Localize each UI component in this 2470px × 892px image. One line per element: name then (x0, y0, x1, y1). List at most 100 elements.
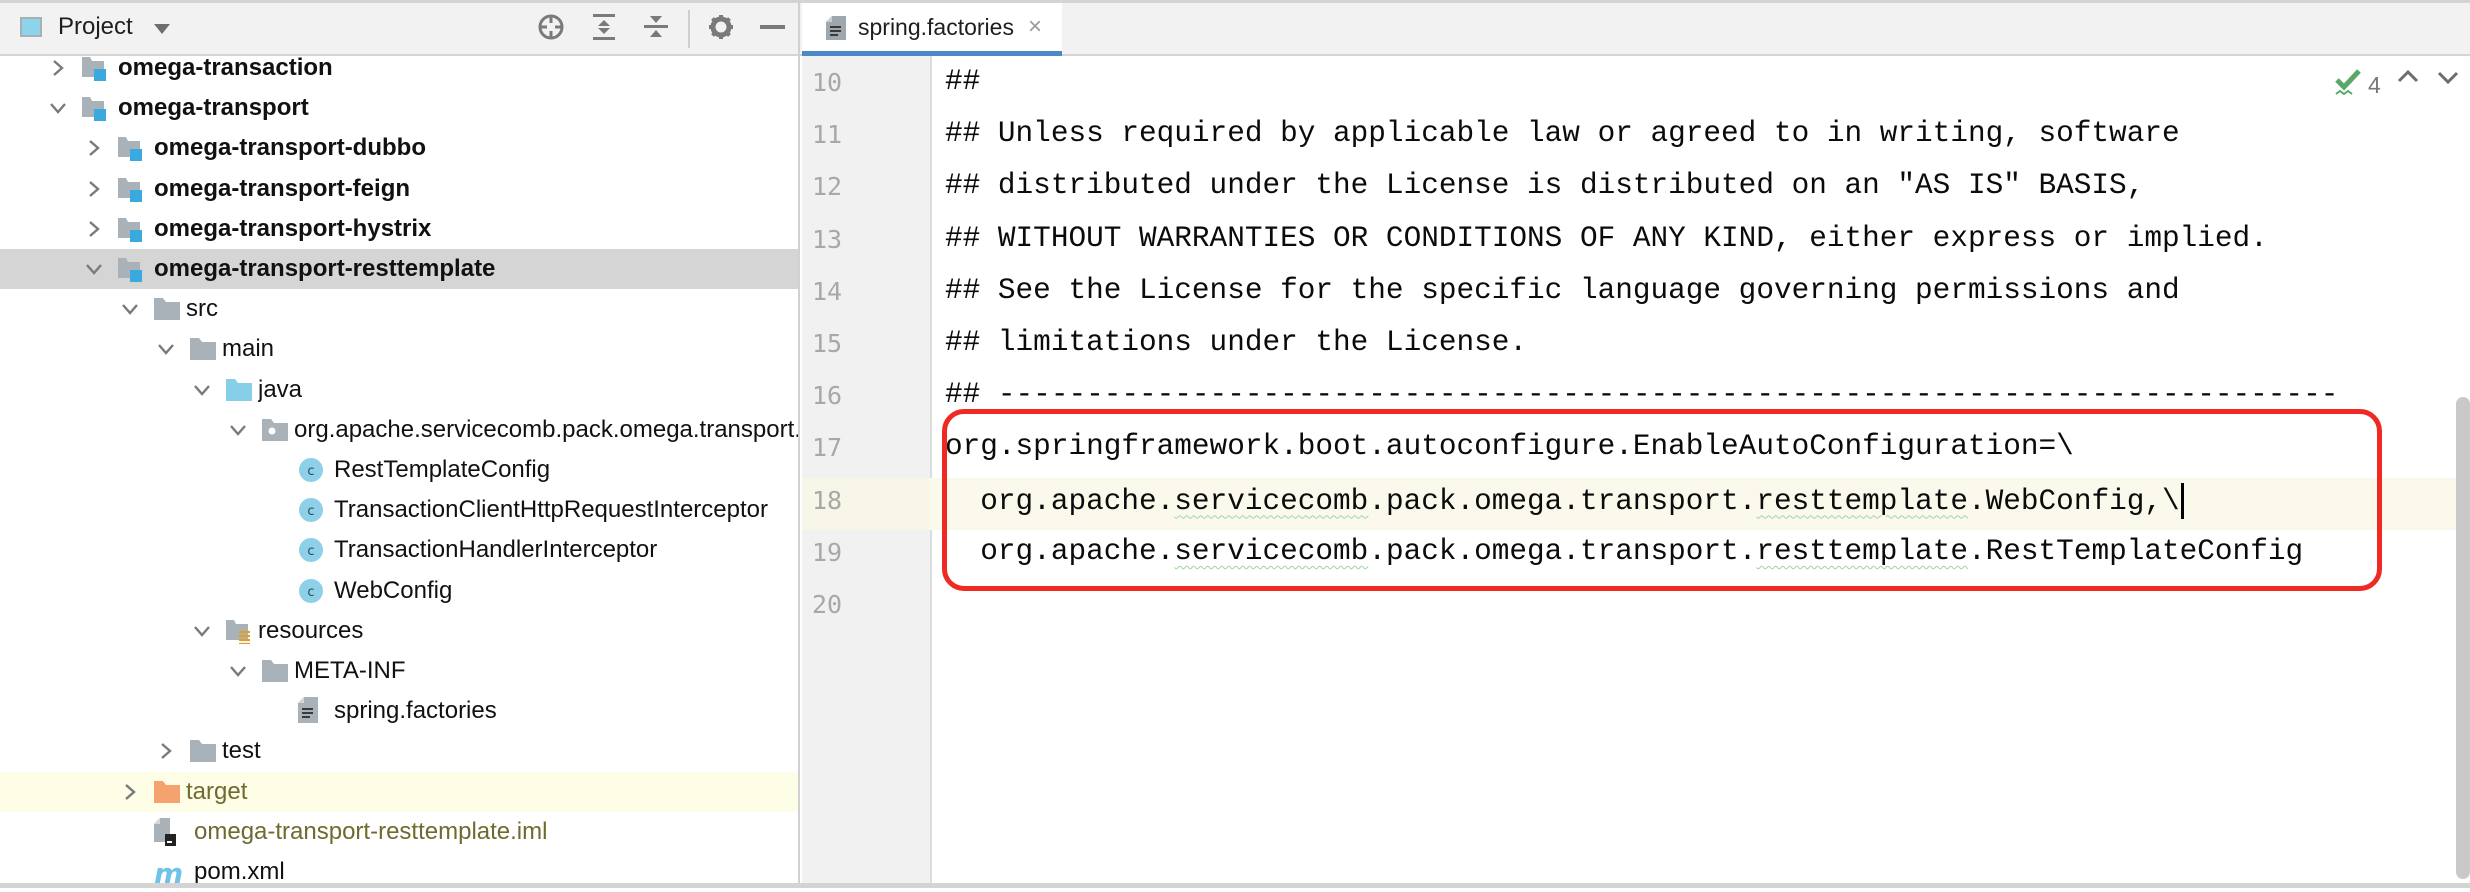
module-folder-icon (118, 258, 142, 282)
collapse-all-icon[interactable] (641, 12, 671, 42)
tree-item[interactable]: src (0, 289, 798, 329)
next-highlight-icon[interactable] (2436, 66, 2460, 93)
module-folder-icon (118, 177, 142, 202)
project-view-selector[interactable]: Project (58, 13, 133, 41)
svg-text:c: c (307, 585, 314, 600)
gear-icon[interactable] (706, 12, 736, 42)
chevron-down-icon[interactable] (192, 378, 212, 402)
chevron-down-icon[interactable] (228, 659, 248, 683)
text-file-icon (826, 16, 846, 40)
dropdown-caret-icon[interactable] (154, 24, 170, 34)
tree-item[interactable]: resources (0, 611, 798, 651)
tree-item[interactable]: c TransactionClientHttpRequestInterceptor (0, 490, 798, 530)
resources-folder-icon (226, 619, 250, 645)
code-line[interactable]: ## See the License for the specific lang… (945, 274, 2180, 307)
folder-icon (190, 740, 216, 763)
line-number: 11 (812, 120, 843, 150)
chevron-right-icon[interactable] (84, 217, 104, 241)
vertical-scrollbar[interactable] (2456, 397, 2470, 879)
excluded-folder-icon (154, 780, 180, 803)
chevron-right-icon[interactable] (84, 136, 104, 160)
line-number: 10 (812, 68, 843, 97)
tree-item[interactable]: omega-transport-hystrix (0, 209, 798, 249)
chevron-down-icon[interactable] (48, 96, 68, 120)
module-folder-icon (118, 137, 142, 162)
tree-item[interactable]: omega-transaction (0, 48, 798, 88)
chevron-down-icon[interactable] (228, 418, 248, 442)
tree-item[interactable]: META-INF (0, 651, 798, 691)
close-icon[interactable]: × (1028, 13, 1042, 41)
check-typo-icon (2334, 68, 2362, 103)
code-line[interactable]: ## distributed under the License is dist… (945, 169, 2144, 202)
tree-item-label: resources (258, 616, 364, 644)
tree-item[interactable]: omega-transport-resttemplate (0, 249, 798, 289)
tab-label[interactable]: spring.factories (858, 14, 1014, 41)
tree-item[interactable]: c RestTemplateConfig (0, 450, 798, 490)
chevron-right-icon[interactable] (84, 177, 104, 201)
tree-item[interactable]: main (0, 329, 798, 369)
minimize-icon[interactable] (758, 12, 788, 42)
code-line[interactable]: ## Unless required by applicable law or … (945, 117, 2180, 150)
line-number: 16 (812, 381, 843, 411)
line-number: 18 (812, 485, 843, 515)
tree-item[interactable]: omega-transport-feign (0, 169, 798, 209)
chevron-down-icon[interactable] (120, 297, 140, 321)
tree-item-label: org.apache.servicecomb.pack.omega.transp… (294, 415, 798, 443)
tree-item[interactable]: org.apache.servicecomb.pack.omega.transp… (0, 410, 798, 450)
line-number: 17 (812, 433, 843, 463)
svg-text:m: m (154, 861, 183, 885)
tree-item[interactable]: target (0, 771, 798, 812)
tree-item-label: TransactionHandlerInterceptor (334, 536, 658, 564)
tree-item-label: WebConfig (334, 576, 453, 604)
tree-item-label: target (186, 777, 248, 805)
package-icon (262, 418, 288, 441)
code-line[interactable]: ## WITHOUT WARRANTIES OR CONDITIONS OF A… (945, 222, 2268, 255)
tree-item-label: omega-transport-resttemplate (154, 255, 496, 282)
tree-item[interactable]: omega-transport (0, 88, 798, 128)
source-folder-icon (226, 378, 252, 401)
tree-item-label: TransactionClientHttpRequestInterceptor (334, 496, 768, 524)
chevron-down-icon[interactable] (84, 257, 104, 281)
chevron-down-icon[interactable] (192, 619, 212, 643)
chevron-down-icon[interactable] (156, 337, 176, 361)
tree-item-label: omega-transaction (118, 54, 333, 81)
tree-item-label: spring.factories (334, 697, 497, 725)
java-class-icon: c (298, 578, 323, 603)
line-number: 14 (812, 276, 843, 306)
tree-item[interactable]: c TransactionHandlerInterceptor (0, 530, 798, 570)
svg-text:c: c (307, 504, 314, 519)
annotation-highlight-box (942, 409, 2382, 591)
tree-item-label: java (258, 375, 303, 403)
folder-icon (262, 660, 288, 682)
code-line[interactable]: ## -------------------------------------… (945, 378, 2338, 411)
code-line[interactable]: ## (945, 65, 980, 98)
line-number: 19 (812, 537, 843, 567)
tree-item[interactable]: spring.factories (0, 691, 798, 731)
inspection-count: 4 (2368, 72, 2381, 98)
tree-item[interactable]: test (0, 731, 798, 771)
module-folder-icon (82, 57, 106, 81)
chevron-right-icon[interactable] (156, 739, 176, 763)
tree-item-label: RestTemplateConfig (334, 456, 551, 483)
inspection-widget[interactable]: 4 (2334, 68, 2381, 103)
previous-highlight-icon[interactable] (2396, 66, 2420, 93)
chevron-right-icon[interactable] (120, 780, 140, 804)
chevron-right-icon[interactable] (48, 56, 68, 80)
tree-item[interactable]: omega-transport-dubbo (0, 128, 798, 168)
line-number: 20 (812, 590, 843, 619)
text-file-icon (298, 697, 322, 724)
expand-all-icon[interactable] (589, 12, 619, 42)
tree-item-label: META-INF (294, 657, 406, 684)
tree-item[interactable]: omega-transport-resttemplate.iml (0, 812, 798, 852)
project-view-icon (20, 17, 42, 37)
locate-icon[interactable] (536, 12, 566, 42)
toolbar-separator (688, 10, 690, 48)
tree-item[interactable]: java (0, 370, 798, 410)
tree-item[interactable]: c WebConfig (0, 571, 798, 611)
code-line[interactable]: ## limitations under the License. (945, 326, 1527, 359)
tree-item-label: omega-transport-dubbo (154, 134, 426, 162)
tree-item-label: omega-transport (118, 94, 309, 122)
iml-file-icon (154, 817, 178, 846)
module-folder-icon (82, 97, 106, 122)
java-class-icon: c (298, 497, 323, 523)
